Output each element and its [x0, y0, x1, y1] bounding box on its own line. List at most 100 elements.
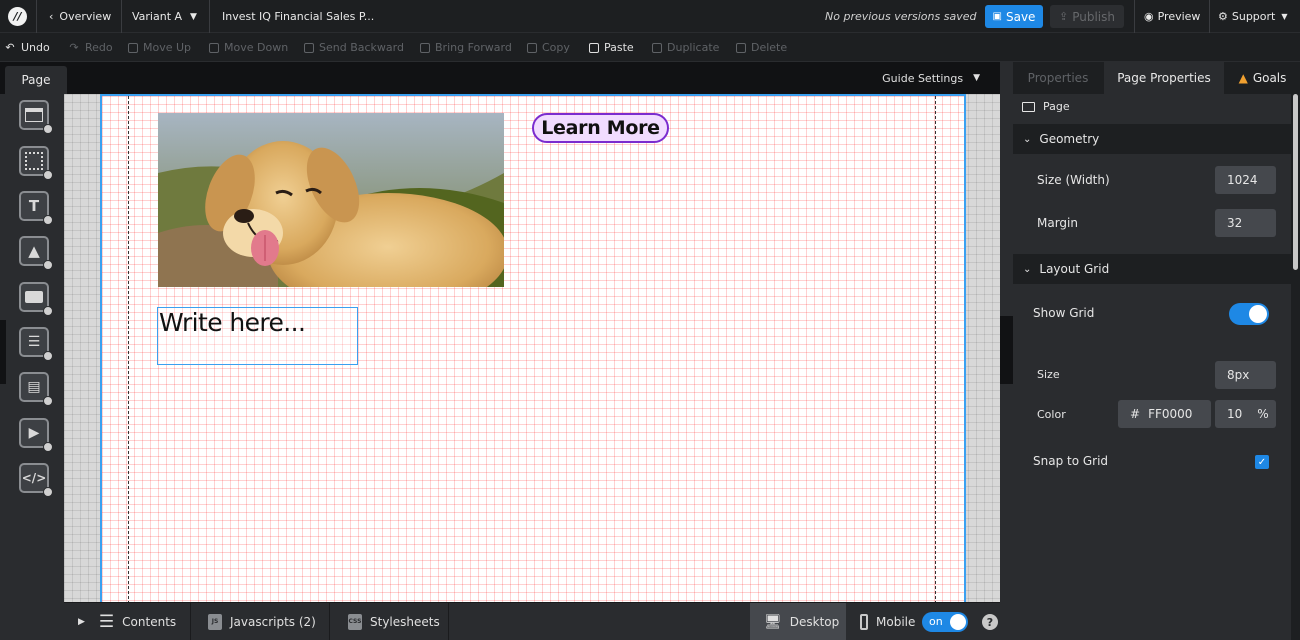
- margin-label: Margin: [1037, 216, 1078, 230]
- page-title[interactable]: Invest IQ Financial Sales P...: [222, 0, 374, 33]
- caret-down-icon: ▼: [1281, 12, 1288, 21]
- grid-size-input[interactable]: 8px: [1215, 361, 1276, 389]
- app-logo-icon[interactable]: //: [8, 7, 27, 26]
- paste-button[interactable]: Paste: [589, 33, 634, 62]
- publish-icon: ⇪: [1059, 10, 1069, 23]
- bottom-bar: ▶ ☰ Contents JS Javascripts (2) CSS Styl…: [64, 602, 1000, 640]
- stylesheets-button[interactable]: CSS Stylesheets: [348, 603, 440, 640]
- edit-toolbar: ↶ Undo ↷ Redo Move Up Move Down Send Bac…: [0, 33, 1300, 62]
- save-icon: ▣: [992, 11, 1002, 22]
- help-icon[interactable]: ?: [982, 614, 998, 630]
- js-file-icon: JS: [208, 613, 222, 630]
- divider: [36, 0, 37, 33]
- javascripts-button[interactable]: JS Javascripts (2): [208, 603, 316, 640]
- copy-icon: [527, 42, 537, 53]
- overview-label: Overview: [59, 10, 112, 23]
- size-width-label: Size (Width): [1037, 173, 1110, 187]
- move-up-icon: [128, 42, 138, 53]
- divider: [209, 0, 210, 33]
- grid-size-label: Size: [1037, 368, 1060, 381]
- top-bar: // ‹ Overview Variant A ▼ Invest IQ Fina…: [0, 0, 1300, 33]
- move-down-button[interactable]: Move Down: [209, 33, 288, 62]
- button-tool-icon[interactable]: [19, 282, 53, 316]
- snap-to-grid-checkbox[interactable]: ✓: [1255, 455, 1269, 469]
- caret-down-icon: ▼: [190, 11, 197, 22]
- move-up-button[interactable]: Move Up: [128, 33, 191, 62]
- form-tool-icon[interactable]: ☰: [19, 327, 53, 361]
- grid-opacity-input[interactable]: 10 %: [1215, 400, 1276, 428]
- caret-right-icon: ▶: [78, 616, 85, 627]
- tab-page-properties[interactable]: Page Properties: [1104, 62, 1224, 94]
- trash-icon: [736, 42, 746, 53]
- element-tool-rail: T ▲ ☰ ▤ ▶ </>: [0, 94, 64, 640]
- contents-button[interactable]: ▶ ☰ Contents: [78, 603, 176, 640]
- eye-icon: ◉: [1144, 10, 1154, 23]
- mobile-view-button[interactable]: Mobile: [860, 603, 915, 640]
- send-backward-button[interactable]: Send Backward: [304, 33, 404, 62]
- right-margin-guide: [935, 96, 936, 604]
- left-collapse-handle[interactable]: [0, 320, 6, 384]
- learn-more-button[interactable]: Learn More: [532, 113, 669, 143]
- paste-icon: [589, 42, 599, 53]
- warning-icon: ▲: [1238, 71, 1248, 85]
- right-collapse-handle[interactable]: [1000, 316, 1013, 384]
- gear-icon: ⚙: [1218, 10, 1228, 23]
- variant-dropdown[interactable]: Variant A ▼: [132, 0, 197, 33]
- divider: [1134, 0, 1135, 33]
- lightbox-tool-icon[interactable]: ▤: [19, 372, 53, 406]
- toggle-knob: [950, 614, 966, 630]
- page-tab-strip: Page Guide Settings ▼: [0, 62, 1000, 94]
- show-grid-toggle[interactable]: [1229, 303, 1269, 325]
- overview-link[interactable]: ‹ Overview: [49, 0, 111, 33]
- right-panel-tabs: Properties Page Properties ▲ Goals: [1013, 62, 1300, 94]
- margin-input[interactable]: 32: [1215, 209, 1276, 237]
- custom-html-tool-icon[interactable]: </>: [19, 463, 53, 497]
- tab-properties[interactable]: Properties: [1013, 62, 1103, 94]
- versions-status: No previous versions saved: [825, 10, 977, 23]
- tab-page[interactable]: Page: [5, 66, 67, 94]
- section-tool-icon[interactable]: [19, 100, 53, 134]
- show-grid-label: Show Grid: [1033, 306, 1095, 320]
- video-tool-icon[interactable]: ▶: [19, 418, 53, 452]
- redo-button[interactable]: ↷ Redo: [68, 33, 112, 62]
- dog-photo: [158, 113, 504, 287]
- text-block[interactable]: Write here...: [157, 307, 358, 365]
- publish-button[interactable]: ⇪ Publish: [1050, 5, 1124, 28]
- undo-icon: ↶: [5, 41, 15, 54]
- dog-image[interactable]: [158, 113, 504, 287]
- text-block-content[interactable]: Write here...: [159, 308, 306, 337]
- save-button[interactable]: ▣ Save: [985, 5, 1043, 28]
- divider: [329, 603, 330, 640]
- divider: [121, 0, 122, 33]
- page-selector[interactable]: Page: [1022, 100, 1070, 113]
- text-tool-icon[interactable]: T: [19, 191, 53, 225]
- toggle-knob: [1249, 305, 1267, 323]
- tab-goals[interactable]: ▲ Goals: [1225, 62, 1300, 94]
- divider: [190, 603, 191, 640]
- desktop-view-label[interactable]: 🖥 Desktop: [764, 603, 839, 640]
- send-backward-icon: [304, 42, 314, 53]
- guide-settings-dropdown[interactable]: Guide Settings ▼: [882, 62, 980, 94]
- box-tool-icon[interactable]: [19, 146, 53, 180]
- mobile-toggle[interactable]: on: [922, 612, 968, 632]
- duplicate-icon: [652, 42, 662, 53]
- geometry-section-header[interactable]: ⌄ Geometry: [1013, 124, 1291, 154]
- caret-down-icon: ▼: [973, 73, 980, 83]
- preview-button[interactable]: ◉ Preview: [1144, 0, 1200, 33]
- size-width-input[interactable]: 1024: [1215, 166, 1276, 194]
- duplicate-button[interactable]: Duplicate: [652, 33, 719, 62]
- move-down-icon: [209, 42, 219, 53]
- image-tool-icon[interactable]: ▲: [19, 236, 53, 270]
- monitor-icon: 🖥: [764, 613, 782, 630]
- scrollbar-thumb[interactable]: [1293, 94, 1298, 270]
- copy-button[interactable]: Copy: [527, 33, 570, 62]
- bring-forward-button[interactable]: Bring Forward: [420, 33, 512, 62]
- layout-grid-section-header[interactable]: ⌄ Layout Grid: [1013, 254, 1291, 284]
- undo-button[interactable]: ↶ Undo: [4, 33, 49, 62]
- grid-color-input[interactable]: # FF0000: [1118, 400, 1211, 428]
- chevron-down-icon: ⌄: [1023, 133, 1032, 145]
- phone-icon: [860, 613, 868, 630]
- support-dropdown[interactable]: ⚙ Support ▼: [1218, 0, 1288, 33]
- delete-button[interactable]: Delete: [736, 33, 787, 62]
- snap-to-grid-label: Snap to Grid: [1033, 454, 1109, 468]
